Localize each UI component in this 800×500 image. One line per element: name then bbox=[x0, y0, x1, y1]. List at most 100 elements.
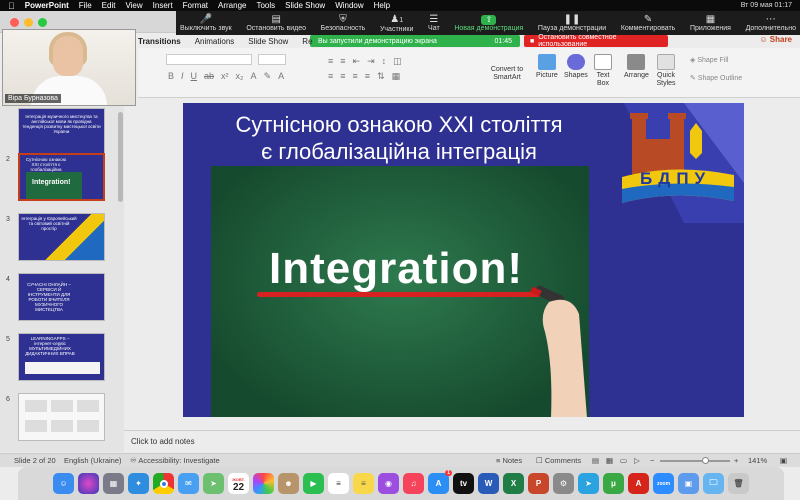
tab-animations[interactable]: Animations bbox=[195, 37, 235, 46]
zoom-app-icon[interactable]: zoom bbox=[653, 473, 674, 494]
highlight-icon[interactable]: ✎ bbox=[264, 71, 272, 82]
close-window-button[interactable] bbox=[10, 18, 19, 27]
menu-arrange[interactable]: Arrange bbox=[218, 1, 246, 10]
menu-help[interactable]: Help bbox=[374, 1, 390, 10]
slide-thumbnail-6[interactable] bbox=[18, 393, 105, 441]
menu-window[interactable]: Window bbox=[335, 1, 363, 10]
strikethrough-icon[interactable]: ab bbox=[204, 71, 214, 82]
menu-edit[interactable]: Edit bbox=[102, 1, 116, 10]
menu-app-name[interactable]: PowerPoint bbox=[25, 1, 69, 10]
menu-format[interactable]: Format bbox=[183, 1, 208, 10]
normal-view-icon[interactable]: ▤ bbox=[592, 456, 599, 465]
powerpoint-icon[interactable]: P bbox=[528, 473, 549, 494]
tab-review[interactable]: Re bbox=[302, 37, 312, 46]
annotate-button[interactable]: ✎ Комментировать bbox=[621, 14, 676, 32]
appletv-icon[interactable]: tv bbox=[453, 473, 474, 494]
pause-share-button[interactable]: ❚❚ Пауза демонстрации bbox=[538, 14, 606, 32]
folder-icon[interactable]: 🗀 bbox=[703, 473, 724, 494]
align-text-icon[interactable]: ▦ bbox=[392, 71, 401, 82]
zoom-in-icon[interactable]: + bbox=[734, 456, 738, 465]
zoom-level[interactable]: 141% bbox=[748, 456, 767, 465]
stop-video-button[interactable]: ▤ Остановить видео bbox=[246, 14, 306, 32]
settings-icon[interactable]: ⚙ bbox=[553, 473, 574, 494]
line-spacing-icon[interactable]: ↕ bbox=[382, 56, 387, 67]
launchpad-icon[interactable]: ▦ bbox=[103, 473, 124, 494]
mute-button[interactable]: 🎤 Выключить звук bbox=[180, 14, 232, 32]
underline-icon[interactable]: U bbox=[191, 71, 198, 82]
increase-indent-icon[interactable]: ⇥ bbox=[367, 56, 375, 67]
webcam-view[interactable]: Віра Бурназова bbox=[2, 29, 136, 106]
bold-icon[interactable]: B bbox=[168, 71, 174, 82]
menu-file[interactable]: File bbox=[79, 1, 92, 10]
photos-icon[interactable] bbox=[253, 473, 274, 494]
align-right-icon[interactable]: ≡ bbox=[353, 71, 358, 82]
telegram-icon[interactable]: ➤ bbox=[578, 473, 599, 494]
notes-toggle[interactable]: ≡ Notes bbox=[496, 456, 522, 465]
finder-icon[interactable]: ☺ bbox=[53, 473, 74, 494]
menu-insert[interactable]: Insert bbox=[153, 1, 173, 10]
notes-placeholder[interactable]: Click to add notes bbox=[131, 437, 195, 446]
podcasts-icon[interactable]: ◉ bbox=[378, 473, 399, 494]
calendar-icon[interactable]: ЖОВТ. 22 bbox=[228, 473, 249, 494]
text-direction-icon[interactable]: ⇅ bbox=[377, 71, 385, 82]
menu-slideshow[interactable]: Slide Show bbox=[285, 1, 325, 10]
more-button[interactable]: ⋯ Дополнительно bbox=[746, 14, 796, 32]
reminders-icon[interactable]: ≡ bbox=[328, 473, 349, 494]
italic-icon[interactable]: I bbox=[181, 71, 184, 82]
accessibility-check[interactable]: ♾ Accessibility: Investigate bbox=[130, 456, 220, 465]
safari-icon[interactable]: ✦ bbox=[128, 473, 149, 494]
tab-transitions[interactable]: Transitions bbox=[138, 37, 181, 46]
text-box-button[interactable]: Text Box bbox=[592, 54, 614, 88]
tab-slideshow[interactable]: Slide Show bbox=[248, 37, 288, 46]
minimize-window-button[interactable] bbox=[24, 18, 33, 27]
slideshow-view-icon[interactable]: ▷ bbox=[634, 456, 640, 465]
torrent-icon[interactable]: μ bbox=[603, 473, 624, 494]
numbering-icon[interactable]: ≡ bbox=[340, 56, 345, 67]
music-icon[interactable]: ♫ bbox=[403, 473, 424, 494]
zoom-slider[interactable] bbox=[660, 460, 730, 462]
shapes-button[interactable]: Shapes bbox=[564, 54, 588, 80]
shape-outline-button[interactable]: ✎ Shape Outline bbox=[690, 74, 742, 82]
apps-button[interactable]: ▦ Приложения bbox=[690, 14, 731, 32]
menu-view[interactable]: View bbox=[125, 1, 142, 10]
align-left-icon[interactable]: ≡ bbox=[328, 71, 333, 82]
fit-slide-icon[interactable]: ▣ bbox=[780, 456, 787, 465]
convert-smartart-button[interactable]: Convert to SmartArt bbox=[490, 66, 524, 82]
align-center-icon[interactable]: ≡ bbox=[340, 71, 345, 82]
slide-thumbnail-1[interactable]: Інтеграція музичного мистецтва та англій… bbox=[18, 108, 105, 156]
font-size-box[interactable] bbox=[258, 54, 286, 65]
notes-app-icon[interactable]: ≡ bbox=[353, 473, 374, 494]
contacts-icon[interactable]: ☻ bbox=[278, 473, 299, 494]
slide-canvas[interactable]: БДПУ Сутнісною ознакою XXI століття є гл… bbox=[183, 103, 744, 417]
preview-icon[interactable]: ▣ bbox=[678, 473, 699, 494]
new-share-button[interactable]: ⇧ Новая демонстрация bbox=[454, 14, 523, 32]
bullets-icon[interactable]: ≡ bbox=[328, 56, 333, 67]
thumbnail-scrollbar[interactable] bbox=[118, 112, 123, 202]
slide-thumbnail-3[interactable]: Інтеграція у Європейський та світовий ос… bbox=[18, 213, 105, 261]
superscript-icon[interactable]: x² bbox=[221, 71, 229, 82]
decrease-indent-icon[interactable]: ⇤ bbox=[353, 56, 361, 67]
slide-title[interactable]: Сутнісною ознакою XXI століття є глобалі… bbox=[229, 111, 569, 165]
quick-styles-button[interactable]: Quick Styles bbox=[654, 54, 678, 88]
apple-icon[interactable]:  bbox=[8, 1, 15, 11]
participants-button[interactable]: ♟1 Участники bbox=[380, 14, 413, 33]
font-color-icon[interactable]: A bbox=[278, 71, 284, 82]
maps-icon[interactable]: ➤ bbox=[203, 473, 224, 494]
comments-toggle[interactable]: ☐ Comments bbox=[536, 456, 581, 465]
chat-button[interactable]: ☰ Чат bbox=[428, 14, 440, 32]
language-indicator[interactable]: English (Ukraine) bbox=[64, 456, 122, 465]
zoom-window-button[interactable] bbox=[38, 18, 47, 27]
text-effects-icon[interactable]: A bbox=[251, 71, 257, 82]
zoom-slider-thumb[interactable] bbox=[702, 457, 709, 464]
facetime-icon[interactable]: ▶ bbox=[303, 473, 324, 494]
mail-icon[interactable]: ✉ bbox=[178, 473, 199, 494]
chalkboard-image[interactable]: Integration! bbox=[211, 166, 589, 417]
subscript-icon[interactable]: x₂ bbox=[236, 71, 244, 82]
menubar-clock[interactable]: Вт 09 мая 01:17 bbox=[741, 2, 792, 9]
sorter-view-icon[interactable]: ▦ bbox=[606, 456, 613, 465]
chrome-icon[interactable] bbox=[153, 473, 174, 494]
security-button[interactable]: ⛨ Безопасность bbox=[321, 14, 366, 32]
appstore-icon[interactable]: A 1 bbox=[428, 470, 452, 494]
slide-thumbnail-2[interactable]: Сутнісною ознакою XXI століття є глобалі… bbox=[18, 153, 105, 201]
trash-icon[interactable]: 🗑 bbox=[728, 473, 749, 494]
